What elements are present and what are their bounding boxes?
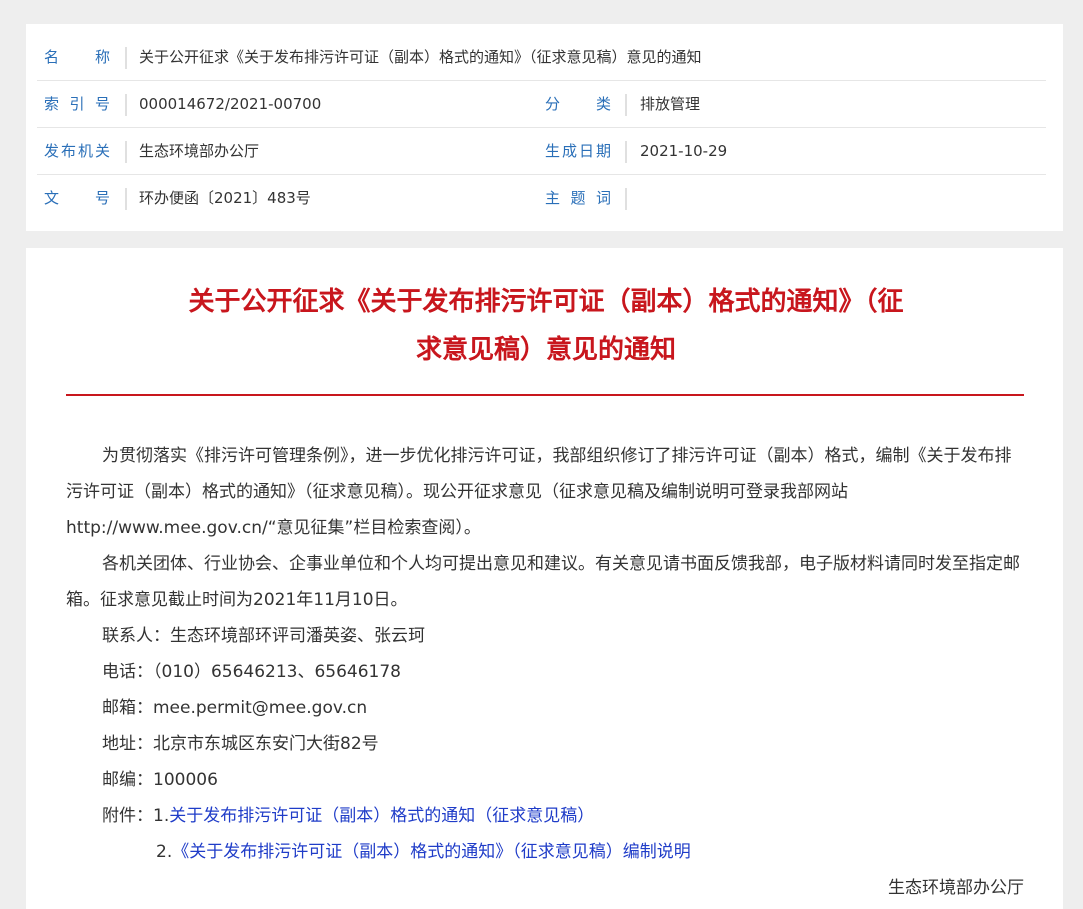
- meta-index-label: 索 引 号: [44, 95, 110, 113]
- signature: 生态环境部办公厅: [888, 878, 1024, 898]
- meta-row-docno: 文 号 环办便函〔2021〕483号 主 题 词: [26, 175, 1063, 222]
- paragraph-2-text: 各机关团体、行业协会、企事业单位和个人均可提出意见和建议。有关意见请书面反馈我部…: [66, 554, 1020, 610]
- title-divider: [66, 394, 1024, 396]
- attachment-link-2[interactable]: 《关于发布排污许可证（副本）格式的通知》（征求意见稿）编制说明: [172, 842, 691, 862]
- meta-name-value: 关于公开征求《关于发布排污许可证（副本）格式的通知》（征求意见稿）意见的通知: [139, 48, 702, 66]
- meta-separator: [125, 188, 127, 210]
- attachment-link-1[interactable]: 关于发布排污许可证（副本）格式的通知（征求意见稿）: [169, 806, 594, 826]
- meta-subject-label: 主 题 词: [545, 189, 611, 207]
- paragraph-1: 为贯彻落实《排污许可管理条例》，进一步优化排污许可证，我部组织修订了排污许可证（…: [66, 438, 1026, 546]
- meta-issuer-label: 发布机关: [44, 142, 110, 160]
- meta-separator: [625, 141, 627, 163]
- article-panel: 关于公开征求《关于发布排污许可证（副本）格式的通知》（征 求意见稿）意见的通知 …: [26, 248, 1063, 909]
- meta-category-value: 排放管理: [640, 95, 701, 113]
- meta-name-label: 名 称: [44, 48, 110, 66]
- meta-separator: [125, 94, 127, 116]
- meta-separator: [625, 94, 627, 116]
- meta-row-index: 索 引 号 000014672/2021-00700 分 类 排放管理: [26, 81, 1063, 128]
- attachment-2-prefix: 2.: [156, 842, 173, 862]
- meta-date-value: 2021-10-29: [640, 142, 728, 160]
- attachment-line-1: 附件：1.关于发布排污许可证（副本）格式的通知（征求意见稿）: [102, 798, 594, 834]
- document-metadata-panel: 名 称 关于公开征求《关于发布排污许可证（副本）格式的通知》（征求意见稿）意见的…: [26, 24, 1063, 231]
- article-title-line-1: 关于公开征求《关于发布排污许可证（副本）格式的通知》（征: [188, 287, 904, 317]
- meta-index-value: 000014672/2021-00700: [139, 95, 322, 113]
- contact-line: 联系人：生态环境部环评司潘英姿、张云珂: [102, 626, 425, 646]
- postcode-line: 邮编：100006: [102, 770, 218, 790]
- meta-category-label: 分 类: [545, 95, 611, 113]
- email-line: 邮箱：mee.permit@mee.gov.cn: [102, 698, 368, 718]
- meta-issuer-value: 生态环境部办公厅: [139, 142, 260, 160]
- address-line: 地址：北京市东城区东安门大街82号: [102, 734, 379, 754]
- meta-row-name: 名 称 关于公开征求《关于发布排污许可证（副本）格式的通知》（征求意见稿）意见的…: [26, 34, 1063, 81]
- article-title: 关于公开征求《关于发布排污许可证（副本）格式的通知》（征 求意见稿）意见的通知: [136, 278, 956, 374]
- paragraph-1-text: 为贯彻落实《排污许可管理条例》，进一步优化排污许可证，我部组织修订了排污许可证（…: [66, 446, 1012, 538]
- phone-line: 电话：（010）65646213、65646178: [102, 662, 402, 682]
- meta-separator: [125, 47, 127, 69]
- paragraph-2: 各机关团体、行业协会、企事业单位和个人均可提出意见和建议。有关意见请书面反馈我部…: [66, 546, 1026, 618]
- meta-row-issuer: 发布机关 生态环境部办公厅 生成日期 2021-10-29: [26, 128, 1063, 175]
- article-title-line-2: 求意见稿）意见的通知: [415, 335, 676, 365]
- meta-separator: [125, 141, 127, 163]
- meta-docno-label: 文 号: [44, 189, 110, 207]
- meta-docno-value: 环办便函〔2021〕483号: [139, 189, 311, 207]
- attachment-prefix: 附件：1.: [102, 806, 170, 826]
- attachment-line-2: 2.《关于发布排污许可证（副本）格式的通知》（征求意见稿）编制说明: [156, 834, 691, 870]
- meta-date-label: 生成日期: [545, 142, 611, 160]
- meta-separator: [625, 188, 627, 210]
